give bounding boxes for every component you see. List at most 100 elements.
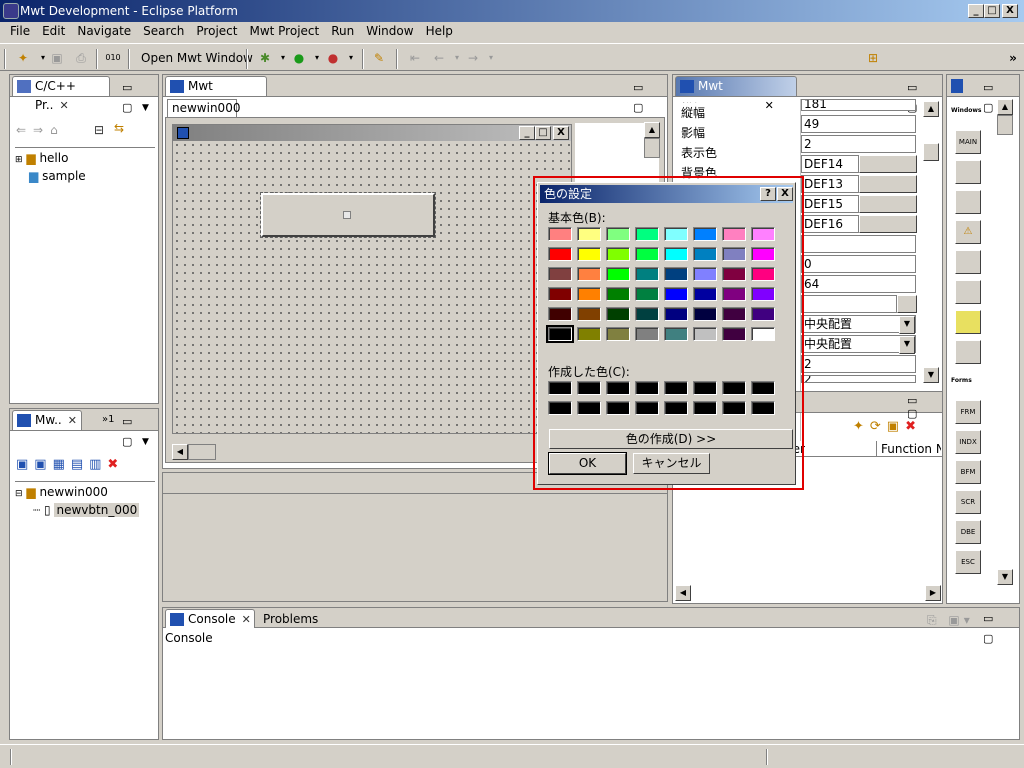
tree-item-hello[interactable]: ⊞ ▆ hello: [15, 150, 155, 168]
palette-button-esc[interactable]: ESC: [955, 550, 981, 574]
basic-color-swatch[interactable]: [606, 247, 630, 261]
property-value-row-9[interactable]: 0: [801, 255, 916, 273]
close-icon[interactable]: ✕: [242, 613, 251, 626]
basic-color-swatch[interactable]: [635, 247, 659, 261]
view-menu-icon[interactable]: ▼: [142, 437, 149, 447]
property-value-row-8[interactable]: [801, 235, 916, 253]
menu-run[interactable]: Run: [325, 22, 360, 38]
custom-color-swatch[interactable]: [722, 381, 746, 395]
basic-color-swatch[interactable]: [693, 307, 717, 321]
palette-button-warning[interactable]: ⚠: [955, 220, 981, 244]
custom-color-swatch[interactable]: [635, 401, 659, 415]
palette-scroll-up-button[interactable]: ▲: [997, 99, 1013, 115]
basic-color-swatch[interactable]: [751, 267, 775, 281]
minimize-button[interactable]: _: [968, 4, 984, 18]
pencil-icon[interactable]: ✎: [370, 49, 388, 67]
color-3-button[interactable]: [859, 195, 917, 213]
basic-color-swatch[interactable]: [548, 227, 572, 241]
basic-color-swatch[interactable]: [693, 247, 717, 261]
nav-arrows-icon[interactable]: ⇐⇒⌂: [16, 123, 65, 137]
close-icon[interactable]: ✕: [765, 99, 774, 112]
custom-color-swatch[interactable]: [751, 381, 775, 395]
menu-edit[interactable]: Edit: [36, 22, 71, 38]
lower-view-toolbar-icons[interactable]: ✦⟳▣✖: [853, 419, 922, 434]
view-overflow[interactable]: »1: [102, 410, 114, 430]
align-1-dropdown-icon[interactable]: ▼: [899, 316, 915, 334]
open-mwt-window-button[interactable]: Open Mwt Window: [141, 51, 253, 65]
custom-color-swatch[interactable]: [693, 401, 717, 415]
basic-color-swatch[interactable]: [751, 247, 775, 261]
basic-color-swatch[interactable]: [546, 325, 574, 343]
palette-button-dbe[interactable]: DBE: [955, 520, 981, 544]
basic-color-swatch[interactable]: [548, 247, 572, 261]
view-min-max-icons[interactable]: ▭ ▢: [633, 78, 667, 118]
property-value-row-14[interactable]: 2: [801, 355, 916, 373]
resize-handle[interactable]: [343, 211, 351, 219]
custom-color-swatch[interactable]: [664, 381, 688, 395]
binary-icon[interactable]: 010: [104, 49, 122, 67]
basic-color-swatch[interactable]: [693, 287, 717, 301]
prev-annotation-icon[interactable]: ⇤: [406, 49, 424, 67]
props-scroll-thumb[interactable]: [923, 143, 939, 161]
basic-color-swatch[interactable]: [606, 227, 630, 241]
basic-color-swatch[interactable]: [693, 327, 717, 341]
custom-color-swatch[interactable]: [548, 381, 572, 395]
menu-file[interactable]: File: [0, 22, 36, 38]
view-min-max-icons[interactable]: ▭ ▢: [907, 394, 942, 420]
menu-help[interactable]: Help: [420, 22, 459, 38]
basic-color-swatch[interactable]: [693, 227, 717, 241]
property-value-row-15[interactable]: 2: [801, 375, 916, 383]
basic-color-swatch[interactable]: [751, 307, 775, 321]
outline-toolbar-icons[interactable]: ▣▣▦▤▥✖: [16, 457, 124, 472]
save-icon[interactable]: ▣: [48, 49, 66, 67]
align-2-dropdown-icon[interactable]: ▼: [899, 336, 915, 354]
tree-item-newwin000[interactable]: ⊟ ▆ newwin000: [15, 484, 155, 502]
palette-button-8[interactable]: [955, 340, 981, 364]
property-value-color-4[interactable]: DEF16: [801, 215, 859, 233]
tab-mwt-editor[interactable]: Mwt Editor✕: [165, 76, 267, 112]
property-value-shadow[interactable]: 2: [801, 135, 916, 153]
basic-color-swatch[interactable]: [751, 287, 775, 301]
basic-color-swatch[interactable]: [577, 327, 601, 341]
link-editor-icon[interactable]: ⇆: [114, 121, 124, 135]
view-min-max-icons[interactable]: ▭ ▢: [983, 609, 1019, 649]
basic-color-swatch[interactable]: [664, 227, 688, 241]
palette-scroll-down-button[interactable]: ▼: [997, 569, 1013, 585]
palette-button-6[interactable]: [955, 280, 981, 304]
row-11-button[interactable]: [897, 295, 917, 313]
custom-color-swatch[interactable]: [548, 401, 572, 415]
property-value-display-color[interactable]: DEF14: [801, 155, 859, 173]
custom-color-swatch[interactable]: [722, 401, 746, 415]
basic-color-swatch[interactable]: [548, 287, 572, 301]
basic-color-swatch[interactable]: [664, 307, 688, 321]
props-scroll-up-button[interactable]: ▲: [923, 101, 939, 117]
close-icon[interactable]: ✕: [68, 414, 77, 427]
basic-color-swatch[interactable]: [693, 267, 717, 281]
console-toolbar-icons[interactable]: ⎘ ▣▾: [927, 610, 974, 630]
custom-color-swatch[interactable]: [751, 401, 775, 415]
toolbar-overflow[interactable]: »: [1004, 49, 1022, 67]
custom-color-swatch[interactable]: [606, 401, 630, 415]
scroll-left-button[interactable]: ◀: [172, 444, 188, 460]
basic-color-swatch[interactable]: [577, 227, 601, 241]
palette-button-5[interactable]: [955, 250, 981, 274]
column-header-function-name[interactable]: Function Na: [881, 442, 941, 456]
custom-color-swatch[interactable]: [577, 401, 601, 415]
palette-button-scr[interactable]: SCR: [955, 490, 981, 514]
menu-window[interactable]: Window: [360, 22, 419, 38]
basic-color-swatch[interactable]: [606, 327, 630, 341]
custom-color-swatch[interactable]: [577, 381, 601, 395]
close-window-button[interactable]: X: [1002, 4, 1018, 18]
run-icon[interactable]: ●: [290, 49, 308, 67]
property-value-bg-color[interactable]: DEF13: [801, 175, 859, 193]
basic-color-swatch[interactable]: [722, 227, 746, 241]
design-window[interactable]: _ □ X: [172, 124, 572, 434]
property-value-row-10[interactable]: 64: [801, 275, 916, 293]
palette-scroll-thumb[interactable]: [997, 115, 1013, 135]
back-icon[interactable]: ←: [430, 49, 448, 67]
menu-navigate[interactable]: Navigate: [71, 22, 137, 38]
basic-color-swatch[interactable]: [722, 287, 746, 301]
basic-color-swatch[interactable]: [722, 327, 746, 341]
menu-search[interactable]: Search: [137, 22, 190, 38]
forward-dropdown-icon[interactable]: ▾: [482, 49, 500, 67]
